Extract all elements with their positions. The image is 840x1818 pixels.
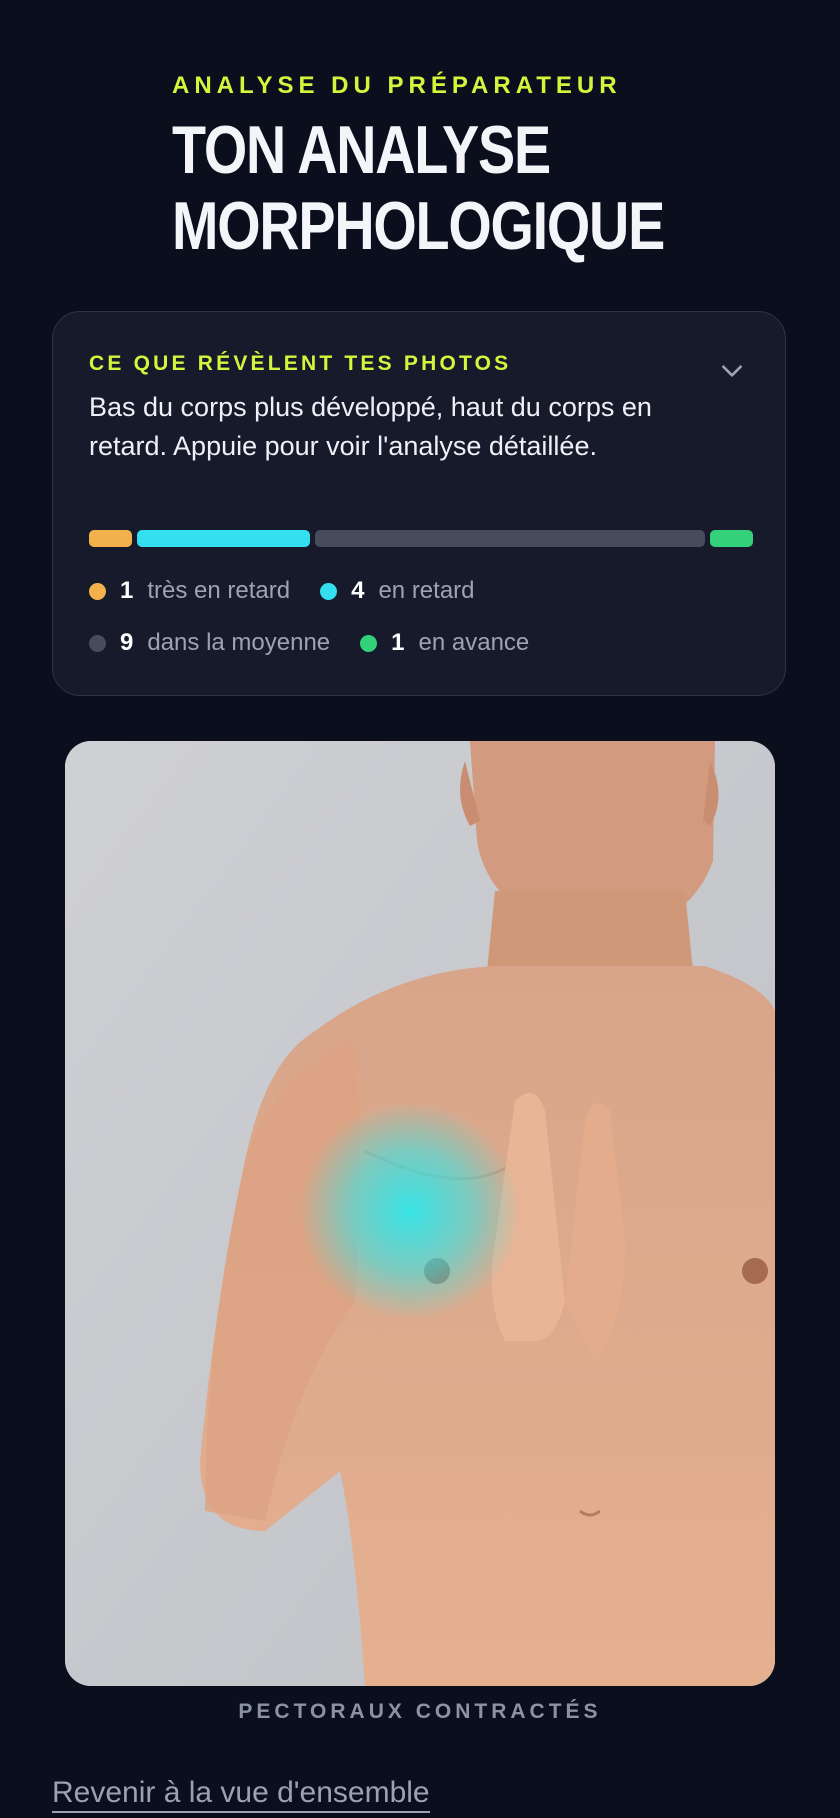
photo-caption: PECTORAUX CONTRACTÉS [238, 1700, 602, 1723]
legend-row-1: 1 très en retard 4 en retard [89, 577, 505, 605]
muscle-highlight [300, 1101, 520, 1321]
page-title-line-2: MORPHOLOGIQUE [172, 188, 665, 264]
legend-count: 1 [120, 577, 134, 604]
page-title: TON ANALYSE MORPHOLOGIQUE [172, 112, 665, 264]
legend-dot [89, 634, 106, 652]
torso-illustration [65, 741, 775, 1686]
summary-label: CE QUE RÉVÈLENT TES PHOTOS [89, 352, 512, 375]
legend-count: 9 [120, 629, 134, 656]
legend-item-en-avance: 1 en avance [360, 629, 529, 657]
legend-dot [360, 634, 378, 652]
eyebrow-label: ANALYSE DU PRÉPARATEUR [172, 72, 622, 99]
legend-count: 1 [391, 629, 405, 656]
summary-text: Bas du corps plus développé, haut du cor… [89, 392, 652, 461]
legend-dot [320, 582, 338, 600]
bar-segment-en-retard [137, 530, 311, 547]
page-title-line-1: TON ANALYSE [172, 112, 551, 188]
legend-label: en retard [378, 577, 475, 604]
legend-item-tres-en-retard: 1 très en retard [89, 577, 290, 605]
back-to-overview-link[interactable]: Revenir à la vue d'ensemble [52, 1776, 430, 1813]
legend-item-en-retard: 4 en retard [320, 577, 475, 605]
bar-segment-en-avance [709, 530, 753, 547]
distribution-bar [89, 530, 753, 547]
legend-count: 4 [351, 577, 365, 604]
legend-row-2: 9 dans la moyenne 1 en avance [89, 629, 559, 657]
chevron-down-icon[interactable] [719, 358, 745, 384]
legend-label: très en retard [147, 577, 291, 604]
bar-segment-dans-la-moyenne [315, 530, 705, 547]
body-photo [65, 741, 775, 1686]
bar-segment-tres-en-retard [89, 530, 133, 547]
legend-item-dans-la-moyenne: 9 dans la moyenne [89, 629, 330, 657]
legend-dot [89, 582, 106, 600]
photo-summary-card[interactable]: CE QUE RÉVÈLENT TES PHOTOS Bas du corps … [52, 311, 786, 696]
legend-label: dans la moyenne [147, 629, 331, 656]
legend-label: en avance [418, 629, 530, 656]
